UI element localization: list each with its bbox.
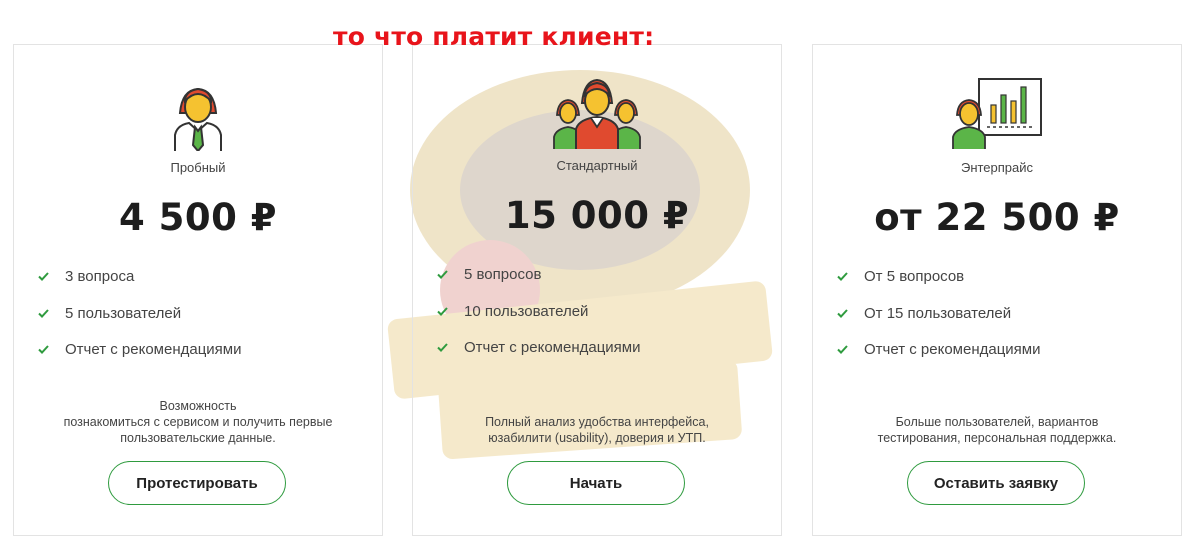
feature-item: 3 вопроса (38, 267, 241, 304)
plan-price: 4 500 ₽ (119, 196, 277, 239)
plan-price: от 22 500 ₽ (874, 196, 1120, 239)
check-icon (837, 272, 848, 281)
check-icon (38, 345, 49, 354)
feature-item: 5 вопросов (437, 265, 640, 302)
feature-label: 10 пользователей (464, 302, 589, 320)
check-icon (437, 343, 448, 352)
start-button[interactable]: Начать (507, 461, 685, 505)
feature-label: 5 пользователей (65, 304, 182, 322)
feature-list: 3 вопроса 5 пользователей Отчет с рекоме… (38, 267, 241, 377)
description-line: Больше пользователей, вариантов (895, 415, 1099, 429)
feature-label: От 5 вопросов (864, 268, 965, 285)
description-line: юзабилити (usability), доверия и УТП. (488, 431, 706, 445)
overlay-annotation: то что платит клиент: (333, 22, 655, 51)
presenter-chart-icon (813, 77, 1181, 151)
feature-item: 5 пользователей (38, 304, 241, 341)
check-icon (38, 308, 49, 318)
single-person-icon (14, 75, 382, 151)
feature-item: От 5 вопросов (837, 267, 1040, 304)
feature-list: От 5 вопросов От 15 пользователей Отчет … (837, 267, 1040, 377)
button-label: Оставить заявку (933, 475, 1059, 492)
request-button[interactable]: Оставить заявку (907, 461, 1085, 505)
button-label: Протестировать (136, 475, 258, 492)
plan-description: Больше пользователей, вариантов тестиров… (833, 414, 1161, 446)
feature-label: От 15 пользователей (864, 304, 1012, 322)
description-line: познакомиться с сервисом и получить перв… (63, 415, 333, 429)
feature-label: Отчет с рекомендациями (464, 339, 641, 356)
pricing-card-standard: Стандартный 15 000 ₽ 5 вопросов 10 польз… (412, 44, 782, 536)
feature-label: Отчет с рекомендациями (65, 341, 242, 358)
description-line: Полный анализ удобства интерфейса, (485, 415, 709, 429)
check-icon (437, 270, 448, 279)
team-icon (413, 75, 781, 151)
feature-item: Отчет с рекомендациями (437, 338, 640, 375)
feature-label: Отчет с рекомендациями (864, 341, 1041, 358)
plan-name: Пробный (170, 160, 226, 175)
plan-description: Возможность познакомиться с сервисом и п… (34, 398, 362, 446)
check-icon (437, 306, 448, 316)
description-line: Возможность (159, 399, 237, 413)
feature-label: 5 вопросов (464, 266, 542, 283)
feature-item: От 15 пользователей (837, 304, 1040, 341)
feature-label: 3 вопроса (65, 268, 135, 285)
description-line: пользовательские данные. (120, 431, 276, 445)
test-button[interactable]: Протестировать (108, 461, 286, 505)
plan-price: 15 000 ₽ (504, 194, 690, 237)
check-icon (837, 308, 848, 318)
plan-description: Полный анализ удобства интерфейса, юзаби… (433, 414, 761, 446)
pricing-card-trial: Пробный 4 500 ₽ 3 вопроса 5 пользователе… (13, 44, 383, 536)
feature-item: Отчет с рекомендациями (837, 340, 1040, 377)
check-icon (38, 272, 49, 281)
pricing-card-enterprise: Энтерпрайс от 22 500 ₽ От 5 вопросов От … (812, 44, 1182, 536)
feature-item: 10 пользователей (437, 302, 640, 339)
button-label: Начать (569, 475, 623, 492)
plan-name: Стандартный (556, 158, 638, 173)
feature-item: Отчет с рекомендациями (38, 340, 241, 377)
description-line: тестирования, персональная поддержка. (877, 431, 1117, 445)
check-icon (837, 345, 848, 354)
feature-list: 5 вопросов 10 пользователей Отчет с реко… (437, 265, 640, 375)
plan-name: Энтерпрайс (960, 160, 1034, 175)
